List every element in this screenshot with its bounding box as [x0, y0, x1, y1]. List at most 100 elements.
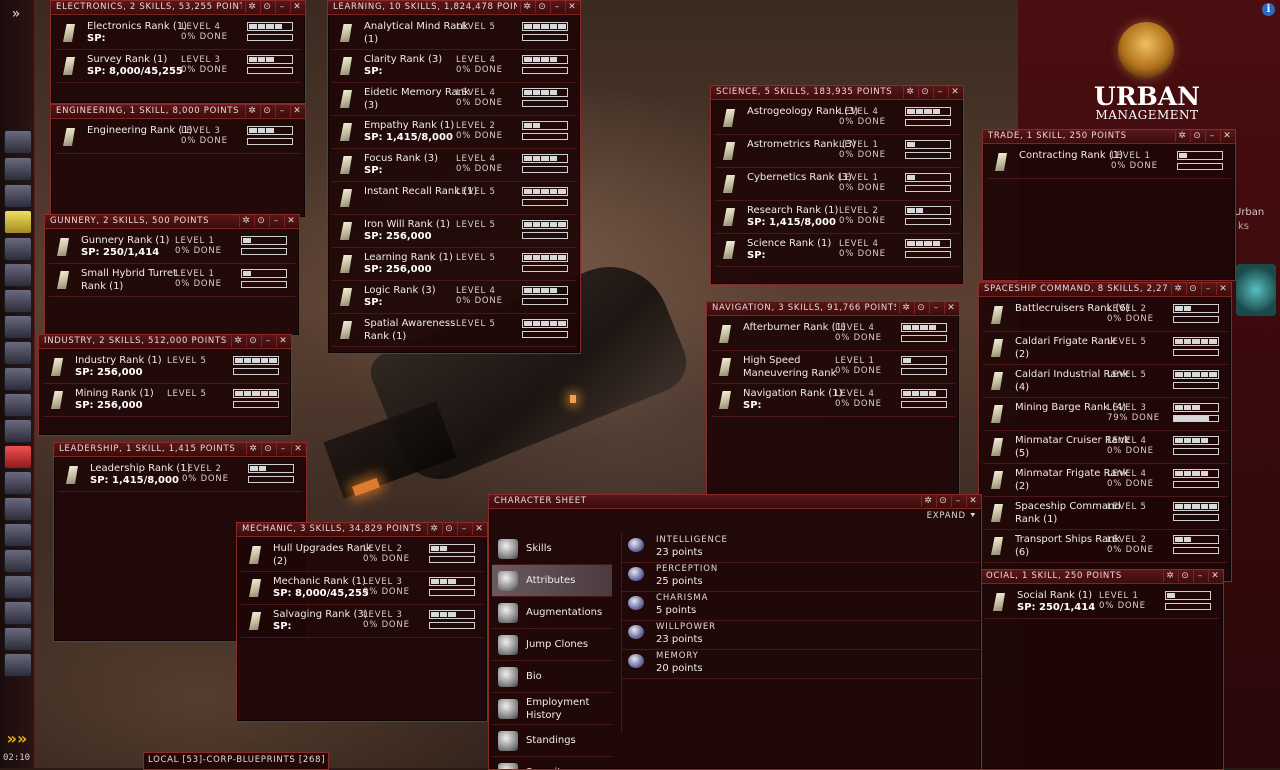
skill-row[interactable]: Battlecruisers Rank (6) LEVEL 2 0% DONE	[983, 299, 1227, 332]
skill-row[interactable]: Hull Upgrades Rank (2) LEVEL 2 0% DONE	[241, 539, 483, 572]
skills-icon[interactable]	[4, 341, 32, 365]
spaceship-command-skills-window[interactable]: SPACESHIP COMMAND, 8 SKILLS, 2,276 ✲ ⊙ – ✕ Ba…	[978, 282, 1232, 582]
settings-icon[interactable]: ⊙	[246, 335, 259, 347]
nav-item-standings[interactable]: Standings	[492, 725, 612, 757]
settings-icon[interactable]: ⊙	[260, 1, 273, 13]
skill-row[interactable]: Small Hybrid Turret Rank (1) LEVEL 1 0% DO…	[49, 264, 295, 297]
nav-item-attributes[interactable]: Attributes	[492, 565, 612, 597]
skill-row[interactable]: Analytical Mind Rank (1) LEVEL 5	[332, 17, 576, 50]
skill-row[interactable]: Transport Ships Rank (6) LEVEL 2 0% DONE	[983, 530, 1227, 563]
skill-row[interactable]: Science Rank (1) SP: LEVEL 4 0% DONE	[715, 234, 959, 267]
nav-item-security[interactable]: Security	[492, 757, 612, 769]
pin-icon[interactable]: ✲	[899, 302, 912, 314]
trade-skills-window[interactable]: TRADE, 1 SKILL, 250 POINTS ✲ ⊙ – ✕ Contractin…	[982, 129, 1236, 281]
minimize-icon[interactable]: –	[550, 1, 563, 13]
minimize-icon[interactable]: –	[276, 443, 289, 455]
pin-icon[interactable]: ✲	[1171, 283, 1184, 295]
minimize-icon[interactable]: –	[951, 495, 964, 507]
skill-row[interactable]: Mining Barge Rank (4) LEVEL 3 79% DONE	[983, 398, 1227, 431]
close-icon[interactable]: ✕	[565, 1, 578, 13]
journal-icon[interactable]	[4, 289, 32, 313]
audio-icon[interactable]	[4, 549, 32, 573]
navigation-skills-window[interactable]: NAVIGATION, 3 SKILLS, 91,766 POINTS ✲ ⊙ – ✕ A…	[706, 301, 960, 495]
skill-row[interactable]: Minmatar Frigate Rank (2) LEVEL 4 0% DONE	[983, 464, 1227, 497]
social-skills-window[interactable]: OCIAL, 1 SKILL, 250 POINTS ✲ ⊙ – ✕ Social Ran…	[980, 569, 1224, 770]
minimize-icon[interactable]: –	[261, 335, 274, 347]
ship-icon[interactable]	[4, 627, 32, 651]
skill-row[interactable]: Astrogeology Rank (3) LEVEL 4 0% DONE	[715, 102, 959, 135]
expand-icon[interactable]: »	[6, 4, 26, 24]
settings-icon[interactable]: ⊙	[1178, 570, 1191, 582]
skill-row[interactable]: Industry Rank (1) SP: 256,000 LEVEL 5	[43, 351, 287, 384]
close-icon[interactable]: ✕	[966, 495, 979, 507]
window-header[interactable]: CHARACTER SHEET ✲ ⊙ – ✕	[489, 495, 981, 509]
mechanic-skills-window[interactable]: MECHANIC, 3 SKILLS, 34,829 POINTS ✲ ⊙ – ✕ Hul…	[236, 522, 488, 722]
skill-row[interactable]: Eidetic Memory Rank (3) LEVEL 4 0% DONE	[332, 83, 576, 116]
character-sheet-window[interactable]: CHARACTER SHEET ✲ ⊙ – ✕ EXPAND ⯆ Skills A…	[488, 494, 982, 770]
skill-row[interactable]: Minmatar Cruiser Rank (5) LEVEL 4 0% DONE	[983, 431, 1227, 464]
nav-item-bio[interactable]: Bio	[492, 661, 612, 693]
pin-icon[interactable]: ✲	[246, 443, 259, 455]
skill-row[interactable]: Research Rank (1) SP: 1,415/8,000 LEVEL 20…	[715, 201, 959, 234]
window-header[interactable]: TRADE, 1 SKILL, 250 POINTS ✲ ⊙ – ✕	[983, 130, 1235, 144]
minimize-icon[interactable]: –	[929, 302, 942, 314]
portrait-icon[interactable]	[4, 601, 32, 625]
science-skills-window[interactable]: SCIENCE, 5 SKILLS, 183,935 POINTS ✲ ⊙ – ✕ Ast…	[710, 85, 964, 285]
skill-row[interactable]: Iron Will Rank (1) SP: 256,000 LEVEL 5	[332, 215, 576, 248]
close-icon[interactable]: ✕	[291, 443, 304, 455]
skill-row[interactable]: Empathy Rank (1) SP: 1,415/8,000 LEVEL 2 0%…	[332, 116, 576, 149]
skill-row[interactable]: Survey Rank (1) SP: 8,000/45,255 LEVEL 3 0%…	[55, 50, 301, 83]
window-header[interactable]: ENGINEERING, 1 SKILL, 8,000 POINTS ✲ ⊙ – ✕	[51, 105, 305, 119]
close-icon[interactable]: ✕	[290, 1, 303, 13]
pin-icon[interactable]: ✲	[520, 1, 533, 13]
window-header[interactable]: MECHANIC, 3 SKILLS, 34,829 POINTS ✲ ⊙ – ✕	[237, 523, 487, 537]
electronics-skills-window[interactable]: ELECTRONICS, 2 SKILLS, 53,255 POINTS ✲ ⊙ – ✕…	[50, 0, 306, 104]
skill-row[interactable]: Gunnery Rank (1) SP: 250/1,414 LEVEL 1 0% D…	[49, 231, 295, 264]
gunnery-skills-window[interactable]: GUNNERY, 2 SKILLS, 500 POINTS ✲ ⊙ – ✕ Gunnery…	[44, 214, 300, 336]
help-icon[interactable]	[4, 575, 32, 599]
mail-icon[interactable]	[4, 184, 32, 208]
settings-icon[interactable]: ⊙	[1186, 283, 1199, 295]
settings-icon[interactable]: ⊙	[442, 523, 455, 535]
industry-skills-window[interactable]: INDUSTRY, 2 SKILLS, 512,000 POINTS ✲ ⊙ – ✕ In…	[38, 334, 292, 436]
pin-icon[interactable]: ✲	[1175, 130, 1188, 142]
market-icon[interactable]	[4, 497, 32, 521]
cargo-icon[interactable]	[4, 367, 32, 391]
skill-row[interactable]: Caldari Industrial Rank (4) LEVEL 5	[983, 365, 1227, 398]
skill-row[interactable]: Learning Rank (1) SP: 256,000 LEVEL 5	[332, 248, 576, 281]
minimize-icon[interactable]: –	[1193, 570, 1206, 582]
window-header[interactable]: ELECTRONICS, 2 SKILLS, 53,255 POINTS ✲ ⊙ – ✕	[51, 1, 305, 15]
skill-row[interactable]: Afterburner Rank (1) LEVEL 4 0% DONE	[711, 318, 955, 351]
pin-icon[interactable]: ✲	[245, 1, 258, 13]
skill-row[interactable]: Focus Rank (3) SP: LEVEL 4 0% DONE	[332, 149, 576, 182]
close-icon[interactable]: ✕	[290, 105, 303, 117]
skill-row[interactable]: Salvaging Rank (3) SP: LEVEL 3 0% DONE	[241, 605, 483, 638]
fitting-icon[interactable]	[4, 471, 32, 495]
skill-row[interactable]: Mining Rank (1) SP: 256,000 LEVEL 5	[43, 384, 287, 417]
window-header[interactable]: NAVIGATION, 3 SKILLS, 91,766 POINTS ✲ ⊙ – ✕	[707, 302, 959, 316]
settings-icon[interactable]: ⊙	[254, 215, 267, 227]
science-icon[interactable]	[4, 393, 32, 417]
chat-tab-local[interactable]: LOCAL [53]-CORP-BLUEPRINTS [268]	[143, 752, 329, 770]
help-ring-icon[interactable]	[4, 445, 32, 469]
close-icon[interactable]: ✕	[1220, 130, 1233, 142]
close-icon[interactable]: ✕	[284, 215, 297, 227]
nav-item-augmentations[interactable]: Augmentations	[492, 597, 612, 629]
settings-icon[interactable]: ⊙	[535, 1, 548, 13]
skill-row[interactable]: Navigation Rank (1) SP: LEVEL 4 0% DONE	[711, 384, 955, 417]
settings-icon[interactable]: ⊙	[918, 86, 931, 98]
nav-item-skills[interactable]: Skills	[492, 533, 612, 565]
window-header[interactable]: LEARNING, 10 SKILLS, 1,824,478 POINTS ✲ ⊙ –…	[328, 1, 580, 15]
skill-row[interactable]: Social Rank (1) SP: 250/1,414 LEVEL 1 0% DO…	[985, 586, 1219, 619]
expand-arrows-icon[interactable]: »»	[4, 728, 30, 750]
skill-row[interactable]: Astrometrics Rank (3) LEVEL 1 0% DONE	[715, 135, 959, 168]
expand-button[interactable]: EXPAND ⯆	[927, 511, 977, 521]
learning-skills-window[interactable]: LEARNING, 10 SKILLS, 1,824,478 POINTS ✲ ⊙ –…	[327, 0, 581, 354]
window-header[interactable]: SCIENCE, 5 SKILLS, 183,935 POINTS ✲ ⊙ – ✕	[711, 86, 963, 100]
skill-row[interactable]: Logic Rank (3) SP: LEVEL 4 0% DONE	[332, 281, 576, 314]
window-header[interactable]: LEADERSHIP, 1 SKILL, 1,415 POINTS ✲ ⊙ – ✕	[54, 443, 306, 457]
pin-icon[interactable]: ✲	[245, 105, 258, 117]
minimize-icon[interactable]: –	[457, 523, 470, 535]
pin-icon[interactable]: ✲	[231, 335, 244, 347]
skill-row[interactable]: Engineering Rank (1) LEVEL 3 0% DONE	[55, 121, 301, 154]
